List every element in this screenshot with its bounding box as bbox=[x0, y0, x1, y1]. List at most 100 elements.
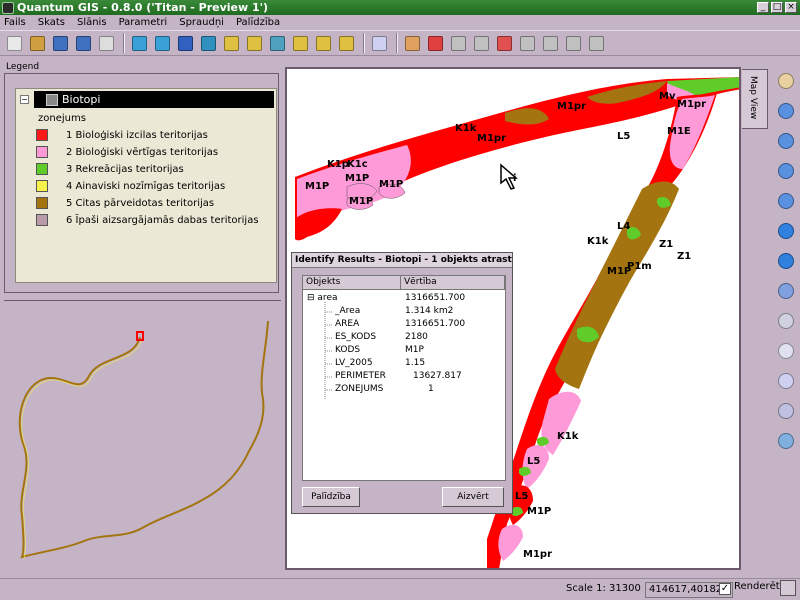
legend-class-item: 6 Īpaši aizsargājamās dabas teritorijas bbox=[36, 214, 259, 226]
legend-class-label: 3 Rekreācijas teritorijas bbox=[66, 163, 184, 175]
save-as-icon[interactable] bbox=[73, 33, 93, 53]
refresh-icon[interactable] bbox=[267, 33, 287, 53]
pan-hand-icon[interactable] bbox=[775, 70, 797, 92]
maximize-button[interactable]: □ bbox=[771, 2, 783, 13]
measure-icon[interactable] bbox=[775, 370, 797, 392]
delete-feature-icon[interactable] bbox=[494, 33, 514, 53]
classification-field: zonejums bbox=[38, 113, 86, 124]
help-icon[interactable] bbox=[775, 430, 797, 452]
app-icon bbox=[2, 1, 14, 14]
new-project-icon[interactable] bbox=[4, 33, 24, 53]
render-checkbox[interactable]: ✓ bbox=[719, 583, 731, 595]
add-wms-layer-icon[interactable] bbox=[198, 33, 218, 53]
column-objects-header[interactable]: Objekts bbox=[303, 276, 401, 289]
legend-layer-row[interactable]: Biotopi bbox=[34, 91, 274, 108]
close-button[interactable]: × bbox=[785, 2, 797, 13]
map-feature-label: M1P bbox=[379, 179, 403, 190]
capture-point-icon[interactable] bbox=[425, 33, 445, 53]
identify-icon[interactable] bbox=[775, 280, 797, 302]
map-feature-label: Z1 bbox=[659, 239, 673, 250]
zoom-full-icon[interactable] bbox=[775, 160, 797, 182]
zoom-in-icon[interactable] bbox=[290, 33, 310, 53]
map-feature-label: K1p bbox=[327, 159, 349, 170]
save-project-icon[interactable] bbox=[50, 33, 70, 53]
collapse-icon[interactable]: − bbox=[20, 95, 29, 104]
add-vector-layer-icon[interactable] bbox=[129, 33, 149, 53]
legend-panel: − Biotopi zonejums 1 Bioloģiski izcilas … bbox=[4, 73, 279, 293]
print-icon[interactable] bbox=[96, 33, 116, 53]
properties-icon[interactable] bbox=[775, 400, 797, 422]
open-project-icon[interactable] bbox=[27, 33, 47, 53]
back-icon[interactable] bbox=[775, 220, 797, 242]
menu-parametri[interactable]: Parametri bbox=[119, 17, 168, 28]
map-feature-label: K1k bbox=[557, 431, 579, 442]
zoom-layer-icon[interactable] bbox=[244, 33, 264, 53]
map-feature-label: M1P bbox=[349, 196, 373, 207]
scale-display: Scale 1: 31300 bbox=[566, 583, 641, 594]
forward-icon[interactable] bbox=[775, 250, 797, 272]
attribute-value: M1P bbox=[405, 345, 424, 355]
map-feature-label: L5 bbox=[515, 491, 528, 502]
legend-swatch-icon bbox=[36, 129, 48, 141]
dialog-title: Identify Results - Biotopi - 1 objekts a… bbox=[292, 253, 512, 268]
tab-map-view[interactable]: Map View bbox=[742, 69, 768, 129]
legend-class-label: 1 Bioloģiski izcilas teritorijas bbox=[66, 129, 208, 141]
attribute-table-icon[interactable] bbox=[775, 340, 797, 362]
cut-icon[interactable] bbox=[517, 33, 537, 53]
results-tree[interactable]: Objekts Vērtība ⊟ area 1316651.700 _Area… bbox=[302, 275, 506, 481]
menu-skats[interactable]: Skats bbox=[38, 17, 65, 28]
capture-line-icon[interactable] bbox=[448, 33, 468, 53]
add-raster-layer-icon[interactable] bbox=[152, 33, 172, 53]
legend-class-item: 3 Rekreācijas teritorijas bbox=[36, 163, 184, 175]
map-feature-label: M1P bbox=[305, 181, 329, 192]
select-icon[interactable] bbox=[775, 310, 797, 332]
map-feature-label: M1P bbox=[527, 506, 551, 517]
help-button[interactable]: Palīdzība bbox=[302, 487, 360, 507]
resize-grip-icon[interactable] bbox=[780, 580, 796, 596]
capture-polygon-icon[interactable] bbox=[471, 33, 491, 53]
menu-fails[interactable]: Fails bbox=[4, 17, 26, 28]
map-feature-label: K1c bbox=[347, 159, 368, 170]
map-feature-label: Z1 bbox=[677, 251, 691, 262]
legend-swatch-icon bbox=[36, 214, 48, 226]
add-ring-icon[interactable] bbox=[586, 33, 606, 53]
menu-bar: Fails Skats Slānis Parametri Spraudņi Pa… bbox=[0, 15, 800, 30]
tree-root-value: 1316651.700 bbox=[405, 293, 466, 303]
map-feature-label: L5 bbox=[617, 131, 630, 142]
map-feature-label: M1P bbox=[607, 266, 631, 277]
attribute-value: 2180 bbox=[405, 332, 428, 342]
close-dialog-button[interactable]: Aizvērt bbox=[442, 487, 504, 507]
zoom-out-icon[interactable] bbox=[313, 33, 333, 53]
legend-title: Legend bbox=[6, 62, 40, 72]
toggle-editing-icon[interactable] bbox=[402, 33, 422, 53]
measure-icon[interactable] bbox=[369, 33, 389, 53]
pan-icon[interactable] bbox=[336, 33, 356, 53]
map-feature-label: M1E bbox=[667, 126, 691, 137]
zoom-in-icon[interactable] bbox=[775, 100, 797, 122]
status-bar: Scale 1: 31300 414617,401823 bbox=[0, 578, 800, 600]
legend-class-item: 5 Citas pārveidotas teritorijas bbox=[36, 197, 214, 209]
copy-icon[interactable] bbox=[540, 33, 560, 53]
legend-class-label: 2 Bioloģiski vērtīgas teritorijas bbox=[66, 146, 219, 158]
overview-panel[interactable] bbox=[4, 300, 281, 570]
menu-slanis[interactable]: Slānis bbox=[77, 17, 107, 28]
minimize-button[interactable]: _ bbox=[757, 2, 769, 13]
map-feature-label: M1pr bbox=[677, 99, 706, 110]
menu-spraudni[interactable]: Spraudņi bbox=[179, 17, 224, 28]
right-toolbar bbox=[772, 66, 800, 486]
legend-swatch-icon bbox=[36, 180, 48, 192]
attribute-value: 1316651.700 bbox=[405, 319, 466, 329]
zoom-out-icon[interactable] bbox=[775, 130, 797, 152]
zoom-selection-icon[interactable] bbox=[775, 190, 797, 212]
legend-class-label: 4 Ainaviski nozīmīgas teritorijas bbox=[66, 180, 226, 192]
paste-icon[interactable] bbox=[563, 33, 583, 53]
add-postgis-layer-icon[interactable] bbox=[175, 33, 195, 53]
layer-name: Biotopi bbox=[62, 93, 101, 106]
zoom-full-icon[interactable] bbox=[221, 33, 241, 53]
identify-results-dialog: Identify Results - Biotopi - 1 objekts a… bbox=[291, 252, 513, 514]
attribute-value: 1.314 km2 bbox=[405, 306, 454, 316]
map-feature-label: K1k bbox=[587, 236, 609, 247]
column-value-header[interactable]: Vērtība bbox=[401, 276, 505, 289]
map-feature-label: M1P bbox=[345, 173, 369, 184]
menu-palidziba[interactable]: Palīdzība bbox=[236, 17, 280, 28]
